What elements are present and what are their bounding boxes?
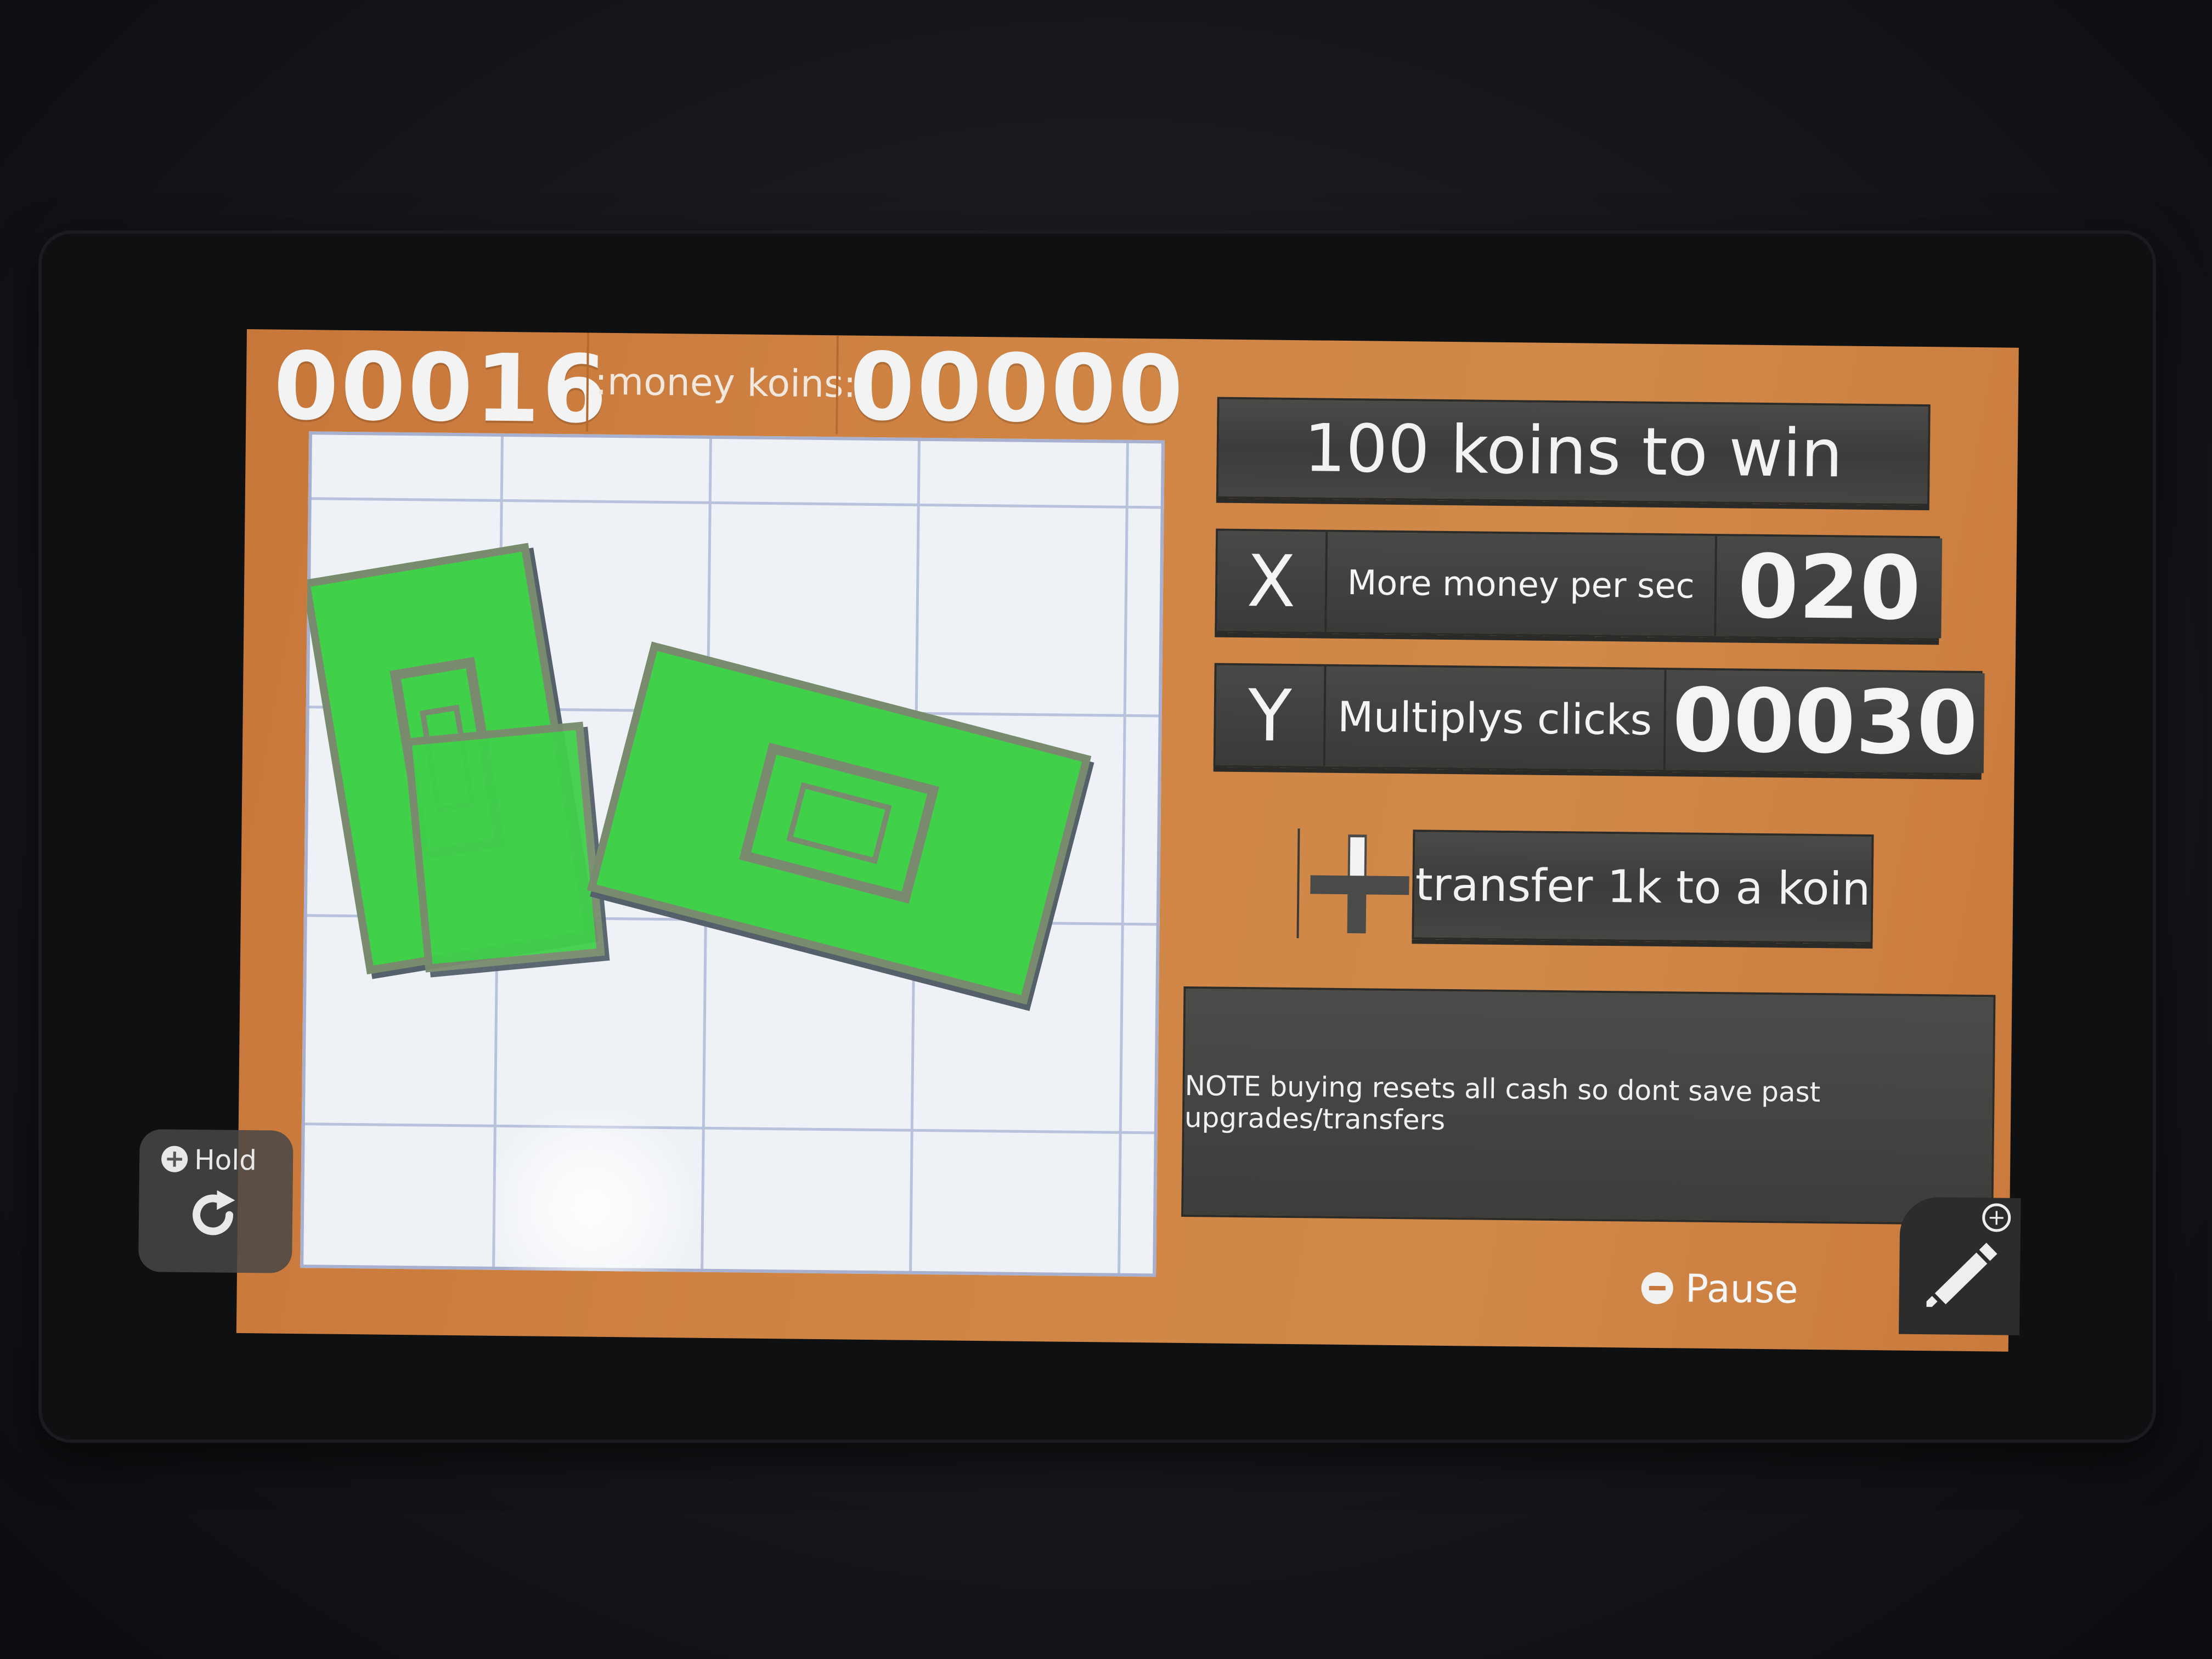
upgrade-clicks-row[interactable]: Y Multiplys clicks 00030 — [1213, 663, 1985, 776]
plus-circle-icon: + — [161, 1145, 188, 1173]
upgrade-money-label: More money per sec — [1327, 532, 1718, 636]
transfer-label: transfer 1k to a koin — [1415, 858, 1871, 916]
transfer-row[interactable]: transfer 1k to a koin — [1296, 828, 1874, 945]
transfer-button[interactable]: transfer 1k to a koin — [1412, 830, 1874, 945]
minus-circle-icon — [1641, 1272, 1674, 1305]
screen-glare — [475, 1108, 708, 1277]
pause-control[interactable]: Pause — [1641, 1266, 1798, 1312]
hold-label: Hold — [194, 1144, 257, 1177]
goal-text: 100 koins to win — [1304, 410, 1843, 493]
pause-label: Pause — [1685, 1266, 1799, 1312]
upgrade-clicks-label: Multiplys clicks — [1325, 666, 1667, 770]
upgrade-clicks-value: 00030 — [1665, 669, 1985, 775]
hold-control[interactable]: + Hold — [138, 1129, 294, 1273]
plus-circle-icon: + — [1982, 1203, 2011, 1232]
pencil-button[interactable]: + — [1898, 1197, 2021, 1335]
game-screen: 00016 :money koins: 00000 100 koins to w… — [138, 329, 2021, 1352]
koins-label: :money koins: — [594, 360, 856, 407]
y-button-icon[interactable]: Y — [1215, 665, 1327, 766]
dpad-plus-icon[interactable] — [1296, 828, 1410, 940]
play-grid[interactable] — [300, 431, 1165, 1277]
money-bill[interactable] — [587, 641, 1092, 1005]
note-text: NOTE buying resets all cash so dont save… — [1184, 1069, 1821, 1136]
koins-counter: 00000 — [849, 332, 1186, 445]
upgrade-money-value: 020 — [1716, 535, 1943, 639]
goal-panel: 100 koins to win — [1216, 397, 1931, 506]
note-panel: NOTE buying resets all cash so dont save… — [1181, 986, 1996, 1226]
score-counter: 00016 — [273, 332, 610, 444]
money-bill[interactable] — [403, 721, 605, 973]
upgrade-money-row[interactable]: X More money per sec 020 — [1215, 528, 1943, 641]
x-button-icon[interactable]: X — [1217, 531, 1328, 632]
rotate-icon — [183, 1184, 244, 1245]
pencil-icon — [1926, 1243, 1997, 1307]
